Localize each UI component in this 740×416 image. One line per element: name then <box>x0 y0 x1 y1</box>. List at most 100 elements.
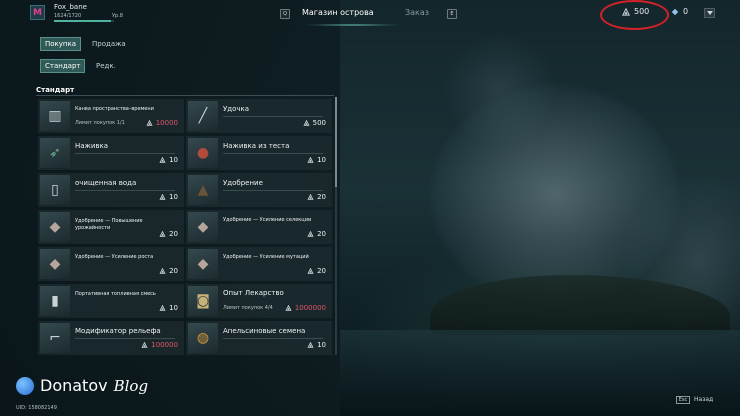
game-logo-icon: M <box>30 5 45 20</box>
item-name: Опыт Лекарство <box>223 289 284 297</box>
fertilizer-bag-icon: ◆ <box>40 212 70 242</box>
item-price: 20 <box>307 267 326 275</box>
tab-island-shop[interactable]: Магазин острова <box>302 8 374 17</box>
user-id: UID: 158082149 <box>16 405 57 411</box>
medicine-jar-icon: ◙ <box>188 286 218 316</box>
item-price: 10 <box>159 304 178 312</box>
shop-item[interactable]: ▥ Канва пространства–времени Лимит покупок… <box>38 99 184 133</box>
item-name: Наживка <box>75 142 109 150</box>
item-price-value: 10 <box>169 193 178 201</box>
crystal-icon <box>671 8 679 15</box>
canvas-easel-icon: ▥ <box>40 101 70 131</box>
shop-item[interactable]: ◆ Удобрение — Повышение урожайности 20 <box>38 210 184 244</box>
shop-item[interactable]: ➶ Наживка 10 <box>38 136 184 170</box>
shop-item[interactable]: ● Наживка из теста 10 <box>186 136 332 170</box>
shop-item[interactable]: ╱ Удочка 500 <box>186 99 332 133</box>
item-name: Удобрение — Усиление мутаций <box>223 254 309 260</box>
item-divider <box>75 190 175 191</box>
item-name: Наживка из теста <box>223 142 290 150</box>
top-bar: M Fox_bane 1624/1720 Ур.8 Q Магазин остр… <box>0 0 740 30</box>
terrain-tool-icon: ⌐ <box>40 323 70 353</box>
item-divider <box>75 338 175 339</box>
shop-item[interactable]: ◆ Удобрение — Усиление роста 20 <box>38 247 184 281</box>
tab-rare[interactable]: Редк. <box>92 59 120 73</box>
currency-highlight-ellipse <box>600 0 669 30</box>
item-name: Модификатор рельефа <box>75 327 161 335</box>
shop-item[interactable]: ⌐ Модификатор рельефа 100000 <box>38 321 184 355</box>
item-price-value: 10000 <box>155 119 178 127</box>
item-price-value: 20 <box>317 230 326 238</box>
item-name: Удобрение — Усиление роста <box>75 254 154 260</box>
secondary-currency-value: 0 <box>683 7 689 16</box>
item-price-value: 500 <box>312 119 326 127</box>
item-price: 20 <box>307 230 326 238</box>
scroll-thumb[interactable] <box>335 97 337 187</box>
item-price-value: 10 <box>317 156 326 164</box>
shop-item[interactable]: ◆ Удобрение — Усиление селекции 20 <box>186 210 332 244</box>
ark-token-icon <box>307 194 314 200</box>
water-tank-icon: ▯ <box>40 175 70 205</box>
item-price: 10000 <box>146 119 178 127</box>
item-divider <box>223 338 323 339</box>
watermark-logo-icon <box>16 376 34 395</box>
ark-token-icon <box>307 268 314 274</box>
item-price-value: 20 <box>169 267 178 275</box>
tab-standard[interactable]: Стандарт <box>40 59 86 73</box>
fishing-rod-icon: ╱ <box>188 101 218 131</box>
player-name: Fox_bane <box>54 3 87 11</box>
expand-menu-button[interactable] <box>704 8 715 18</box>
item-purchase-limit: Лимит покупок 4/4 <box>223 305 273 311</box>
item-name: Удобрение <box>223 179 263 187</box>
fertilizer-bag-icon: ◆ <box>188 212 218 242</box>
xp-progress-bar <box>54 20 114 22</box>
ark-token-icon <box>159 157 166 163</box>
section-title: Стандарт <box>36 86 75 94</box>
shop-item[interactable]: ◍ Апельсиновые семена 10 <box>186 321 332 355</box>
item-price: 100000 <box>141 341 178 349</box>
seed-jar-icon: ◍ <box>188 323 218 353</box>
ark-token-icon <box>159 305 166 311</box>
ark-token-icon <box>146 120 153 126</box>
player-xp: 1624/1720 <box>54 13 82 19</box>
next-tab-key[interactable]: E <box>447 9 457 19</box>
item-divider <box>223 190 323 191</box>
esc-key[interactable]: Esc <box>676 396 690 404</box>
shop-item[interactable]: ▮ Портативная топливная смесь 10 <box>38 284 184 318</box>
tab-buy[interactable]: Покупка <box>40 37 82 51</box>
back-button[interactable]: Назад <box>694 396 713 403</box>
ark-token-icon <box>141 342 148 348</box>
ark-token-icon <box>307 157 314 163</box>
ark-token-icon <box>159 231 166 237</box>
item-price: 10 <box>307 341 326 349</box>
ark-token-icon <box>159 194 166 200</box>
shop-item[interactable]: ◙ Опыт Лекарство Лимит покупок 4/4 1000000 <box>186 284 332 318</box>
secondary-currency: 0 <box>671 7 688 16</box>
item-price-value: 20 <box>169 230 178 238</box>
ark-token-icon <box>307 342 314 348</box>
ark-token-icon <box>159 268 166 274</box>
item-price: 10 <box>159 193 178 201</box>
item-divider <box>223 116 323 117</box>
item-name: Портативная топливная смесь <box>75 291 156 297</box>
shop-item[interactable]: ▲ Удобрение 20 <box>186 173 332 207</box>
prev-tab-key[interactable]: Q <box>280 9 290 19</box>
item-name: Удобрение — Усиление селекции <box>223 217 312 223</box>
bait-fish-icon: ➶ <box>40 138 70 168</box>
fuel-canister-icon: ▮ <box>40 286 70 316</box>
item-price: 20 <box>159 267 178 275</box>
item-name: Удочка <box>223 105 250 113</box>
list-scrollbar[interactable] <box>335 97 337 355</box>
item-price: 1000000 <box>285 304 326 312</box>
tab-order[interactable]: Заказ <box>405 8 429 17</box>
item-price: 20 <box>307 193 326 201</box>
ark-token-icon <box>303 120 310 126</box>
shop-item[interactable]: ◆ Удобрение — Усиление мутаций 20 <box>186 247 332 281</box>
item-price-value: 10 <box>317 341 326 349</box>
fertilizer-pile-icon: ▲ <box>188 175 218 205</box>
active-tab-indicator <box>302 24 402 26</box>
item-divider <box>75 153 175 154</box>
tab-sell[interactable]: Продажа <box>88 37 130 51</box>
item-price: 500 <box>303 119 326 127</box>
shop-item[interactable]: ▯ очищенная вода 10 <box>38 173 184 207</box>
item-price-value: 20 <box>317 193 326 201</box>
